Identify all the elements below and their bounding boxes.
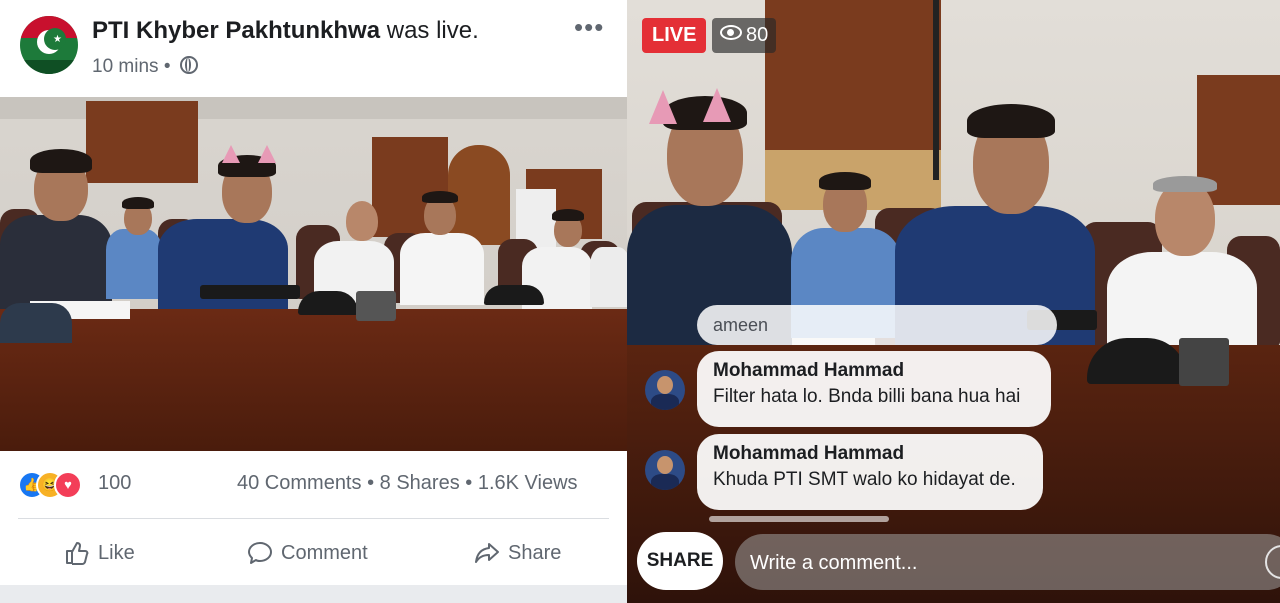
comment-author[interactable]: Mohammad Hammad xyxy=(713,360,904,382)
eye-icon xyxy=(720,25,742,40)
globe-icon xyxy=(179,56,198,74)
comments-count[interactable]: 40 Comments xyxy=(237,472,362,494)
comment-icon xyxy=(248,542,272,564)
share-button[interactable]: Share xyxy=(474,536,561,570)
comment-button[interactable]: Comment xyxy=(247,536,368,570)
meta-separator: • xyxy=(163,56,171,77)
comment-input-placeholder: Write a comment... xyxy=(750,552,918,574)
like-button[interactable]: Like xyxy=(64,536,135,570)
comment-author[interactable]: Mohammad Hammad xyxy=(713,443,904,465)
facebook-post: ★ PTI Khyber Pakhtunkhwa was live. 10 mi… xyxy=(0,0,627,603)
commenter-avatar[interactable] xyxy=(645,450,685,490)
shares-count[interactable]: 8 Shares xyxy=(380,472,460,494)
page-avatar[interactable]: ★ xyxy=(20,16,78,74)
live-video-view: LIVE 80 ameen Mohammad Hammad Filter hat… xyxy=(627,0,1280,603)
post-time[interactable]: 10 mins xyxy=(92,56,159,77)
comment-text: Khuda PTI SMT walo ko hidayat de. xyxy=(713,469,1016,490)
live-share-button[interactable]: SHARE xyxy=(637,532,723,590)
partial-comment-text: ameen xyxy=(713,315,769,335)
feed-separator xyxy=(0,585,627,603)
comment-label: Comment xyxy=(281,541,368,564)
share-label: Share xyxy=(508,541,562,564)
comment-text: Filter hata lo. Bnda billi bana hua hai xyxy=(713,386,1021,407)
partial-comment-bubble: ameen xyxy=(697,305,1057,345)
share-arrow-icon xyxy=(475,543,499,563)
post-meta: 10 mins • xyxy=(92,56,198,78)
like-label: Like xyxy=(98,541,135,564)
post-header: PTI Khyber Pakhtunkhwa was live. xyxy=(92,17,479,45)
more-icon[interactable]: ••• xyxy=(574,12,604,43)
live-comment: Mohammad Hammad Khuda PTI SMT walo ko hi… xyxy=(697,434,1043,510)
live-badge: LIVE xyxy=(642,18,707,53)
commenter-avatar[interactable] xyxy=(645,370,685,410)
comment-input[interactable]: Write a comment... xyxy=(735,534,1280,590)
reaction-count[interactable]: 100 xyxy=(98,472,131,495)
post-status-text: was live. xyxy=(386,17,479,44)
viewer-count: 80 xyxy=(712,18,777,53)
post-stats: 40 Comments • 8 Shares • 1.6K Views xyxy=(237,472,578,494)
next-comment-peek xyxy=(709,516,889,522)
divider xyxy=(18,518,609,519)
thumbs-up-icon xyxy=(66,542,89,565)
video-thumbnail[interactable] xyxy=(0,97,627,451)
live-comment: Mohammad Hammad Filter hata lo. Bnda bil… xyxy=(697,351,1051,427)
love-reaction-icon: ♥ xyxy=(54,471,82,499)
page-name-link[interactable]: PTI Khyber Pakhtunkhwa xyxy=(92,17,380,44)
views-count: 1.6K Views xyxy=(477,472,578,494)
live-video-frame[interactable] xyxy=(627,0,1280,603)
